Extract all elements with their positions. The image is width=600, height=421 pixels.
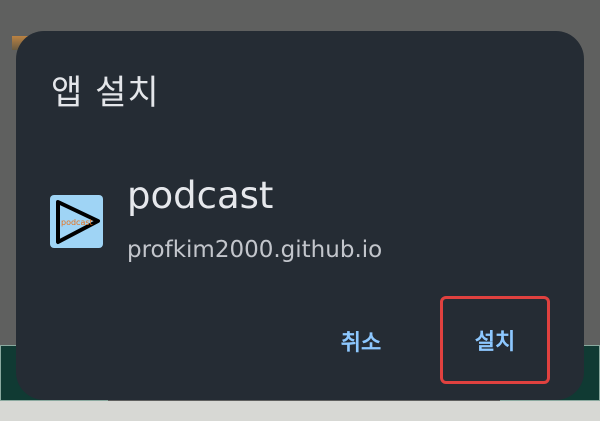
app-host: profkim2000.github.io [127, 237, 383, 263]
app-icon: podcast [50, 195, 103, 248]
install-button[interactable]: 설치 [440, 296, 550, 384]
play-triangle-icon: podcast [56, 200, 100, 244]
dialog-title: 앱 설치 [51, 73, 160, 113]
install-app-dialog: 앱 설치 podcast podcast profkim2000.github.… [16, 31, 584, 400]
app-name: podcast [127, 174, 274, 217]
background-footer [0, 401, 600, 421]
cancel-button[interactable]: 취소 [321, 321, 401, 361]
app-icon-label: podcast [61, 218, 93, 227]
